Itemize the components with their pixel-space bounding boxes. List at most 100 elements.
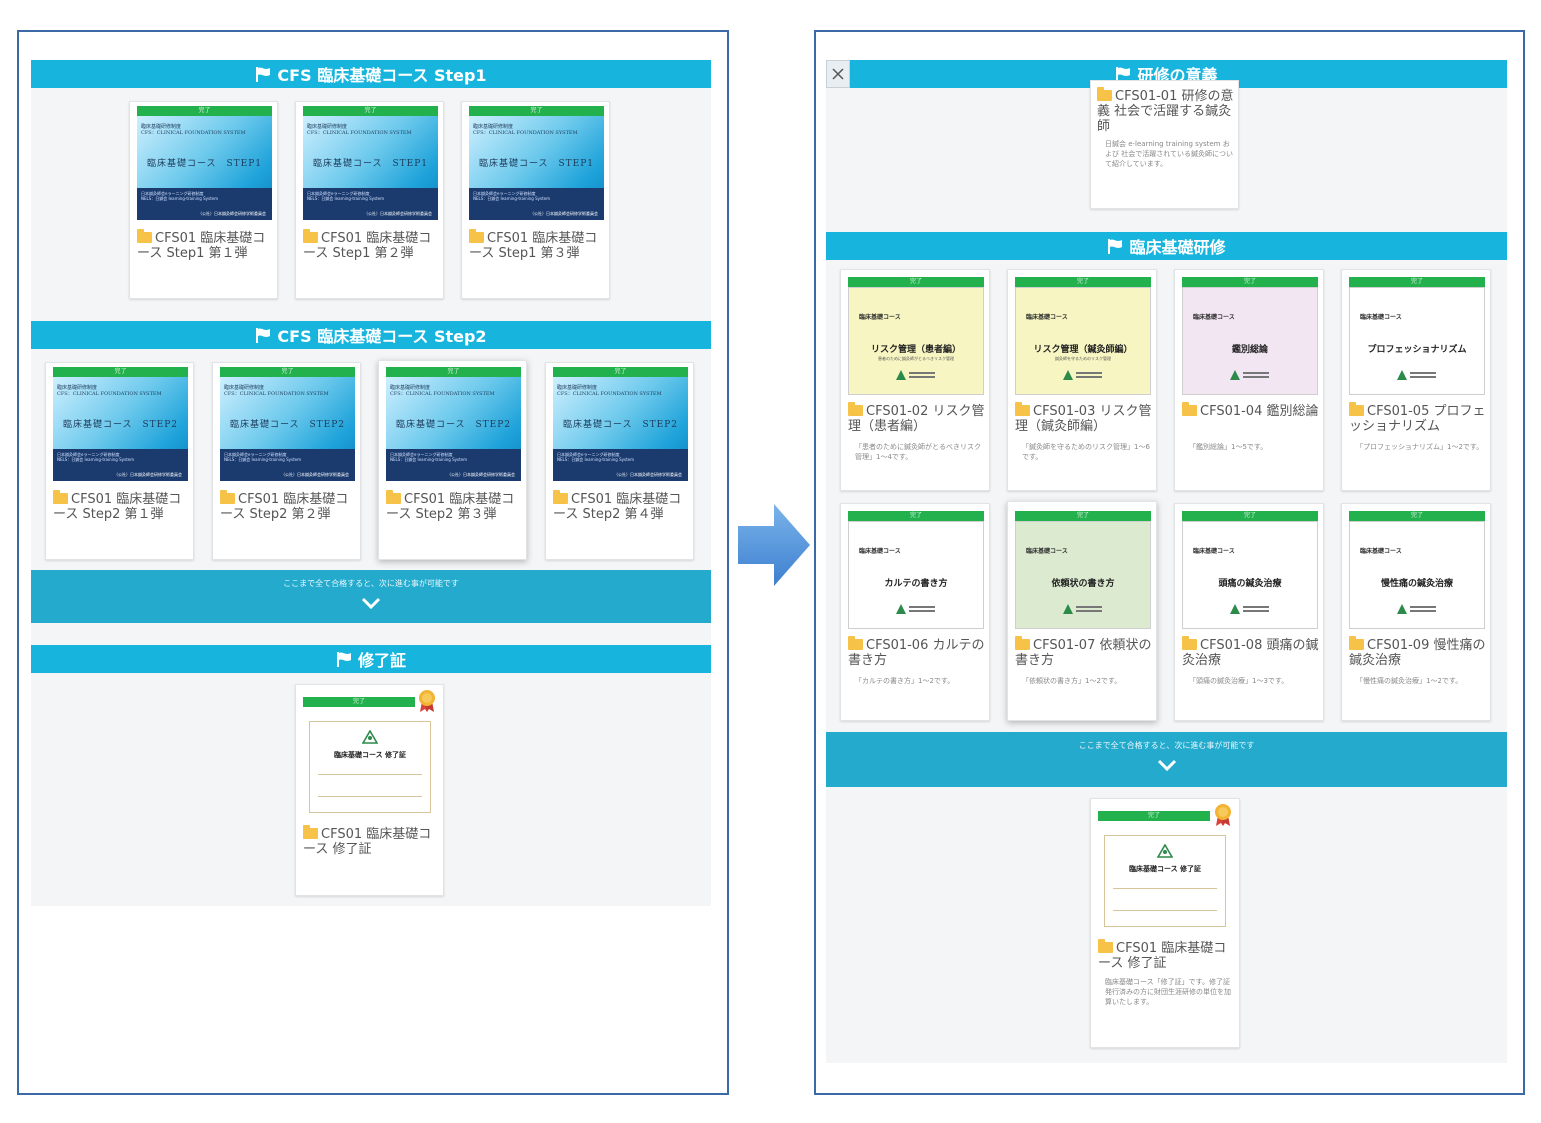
course-thumbnail: 臨床基礎コース 依頼状の書き方	[1015, 521, 1151, 629]
right-screen: 研修の意義 CFS01-01 研修の意義 社会で活躍する鍼灸師 日鍼会 e-le…	[814, 30, 1525, 1095]
card-title[interactable]: CFS01-05 プロフェッショナリズム	[1349, 402, 1489, 434]
course-card-cfs01-01[interactable]: CFS01-01 研修の意義 社会で活躍する鍼灸師 日鍼会 e-learning…	[1090, 80, 1239, 209]
folder-icon	[469, 229, 484, 243]
course-thumbnail: 臨床基礎コース リスク管理（患者編） 患者のために鍼灸師がとるべきリスク管理	[848, 287, 984, 395]
course-card-cfs01-09[interactable]: 完了 臨床基礎コース 慢性痛の鍼灸治療 CFS01-09 慢性痛の鍼灸治療 「慢…	[1341, 503, 1491, 721]
course-card-step1-3[interactable]: 完了 臨床基礎研修制度 CFS：CLINICAL FOUNDATION SYSTE…	[461, 101, 610, 299]
course-card-step2-3[interactable]: 完了 臨床基礎研修制度 CFS：CLINICAL FOUNDATION SYSTE…	[378, 360, 527, 560]
folder-icon	[1015, 402, 1030, 416]
card-title[interactable]: CFS01 臨床基礎コース 修了証	[1098, 939, 1238, 971]
card-title-text: CFS01 臨床基礎コース Step2 第３弾	[386, 492, 515, 522]
chevron-down-icon[interactable]	[1157, 758, 1177, 772]
card-title-text: CFS01-04 鑑別総論	[1200, 404, 1319, 419]
course-card-step1-2[interactable]: 完了 臨床基礎研修制度 CFS：CLINICAL FOUNDATION SYSTE…	[295, 101, 444, 299]
thumb-band-org: （公社）日本鍼灸師会研修学術委員会	[530, 211, 598, 216]
course-card-step2-1[interactable]: 完了 臨床基礎研修制度 CFS：CLINICAL FOUNDATION SYSTE…	[45, 362, 194, 560]
card-title[interactable]: CFS01 臨床基礎コース Step1 第１弾	[137, 229, 275, 261]
thumb-doc-head: 臨床基礎コース	[1360, 314, 1402, 321]
step2-header-text: CFS 臨床基礎コース Step2	[277, 327, 487, 346]
card-description: 「プロフェッショナリズム」1～2です。	[1356, 443, 1484, 451]
course-card-cfs01-04[interactable]: 完了 臨床基礎コース 鑑別総論 CFS01-04 鑑別総論 「鑑別総論」1～5で…	[1174, 269, 1324, 491]
certificate-card[interactable]: 完了 臨床基礎コース 修了証 CFS01 臨床基礎コース 修了証 臨床基礎コース…	[1090, 798, 1240, 1048]
thumb-title: 頭痛の鍼灸治療	[1218, 579, 1282, 589]
folder-icon	[137, 229, 152, 243]
card-title-text: CFS01 臨床基礎コース Step1 第１弾	[137, 231, 266, 261]
folder-icon	[1097, 87, 1112, 101]
card-title[interactable]: CFS01-03 リスク管理（鍼灸師編）	[1015, 402, 1155, 434]
done-badge: 完了	[848, 277, 984, 287]
card-title[interactable]: CFS01-08 頭痛の鍼灸治療	[1182, 636, 1322, 668]
thumb-title: リスク管理（患者編）	[870, 345, 961, 355]
card-title[interactable]: CFS01 臨床基礎コース Step1 第３弾	[469, 229, 607, 261]
card-description: 「依頼状の書き方」1～2です。	[1022, 677, 1122, 685]
card-title[interactable]: CFS01 臨床基礎コース Step2 第２弾	[220, 490, 358, 522]
card-title-text: CFS01 臨床基礎コース Step2 第１弾	[53, 492, 182, 522]
course-card-step1-1[interactable]: 完了 臨床基礎研修制度 CFS：CLINICAL FOUNDATION SYSTE…	[129, 101, 278, 299]
folder-icon	[1098, 939, 1113, 953]
card-title[interactable]: CFS01-07 依頼状の書き方	[1015, 636, 1155, 668]
card-title-text: CFS01-08 頭痛の鍼灸治療	[1182, 638, 1319, 668]
thumb-title: 鑑別総論	[1231, 345, 1268, 355]
done-badge: 完了	[553, 367, 688, 377]
course-card-cfs01-03[interactable]: 完了 臨床基礎コース リスク管理（鍼灸師編） 鍼灸師を守るためのリスク管理 CF…	[1007, 269, 1157, 491]
certificate-thumbnail: 臨床基礎コース 修了証	[309, 721, 431, 813]
course-card-step2-4[interactable]: 完了 臨床基礎研修制度 CFS：CLINICAL FOUNDATION SYSTE…	[545, 362, 694, 560]
thumb-doc-head: 臨床基礎コース	[1193, 314, 1235, 321]
thumb-subtitle: 患者のために鍼灸師がとるべきリスク管理	[878, 356, 954, 361]
course-thumbnail: 臨床基礎研修制度 CFS：CLINICAL FOUNDATION SYSTEM 臨…	[303, 116, 438, 220]
course-thumbnail: 臨床基礎研修制度 CFS：CLINICAL FOUNDATION SYSTEM 臨…	[553, 377, 688, 481]
close-button[interactable]	[826, 60, 850, 88]
folder-icon	[303, 825, 318, 839]
thumb-title: 臨床基礎コース STEP2	[562, 420, 679, 430]
association-logo-icon	[1230, 604, 1270, 614]
card-title-text: CFS01-03 リスク管理（鍼灸師編）	[1015, 404, 1152, 434]
next-step-band[interactable]: ここまで全て合格すると、次に進む事が可能です	[31, 570, 711, 623]
training-header-text: 臨床基礎研修	[1129, 238, 1226, 257]
card-title[interactable]: CFS01-09 慢性痛の鍼灸治療	[1349, 636, 1489, 668]
folder-icon	[303, 229, 318, 243]
course-card-step2-2[interactable]: 完了 臨床基礎研修制度 CFS：CLINICAL FOUNDATION SYSTE…	[212, 362, 361, 560]
certificate-thumbnail: 臨床基礎コース 修了証	[1104, 835, 1226, 927]
certificate-card[interactable]: 完了 臨床基礎コース 修了証 CFS01 臨床基礎コース 修了証	[295, 684, 444, 896]
card-title[interactable]: CFS01-04 鑑別総論	[1182, 402, 1322, 419]
step1-header-text: CFS 臨床基礎コース Step1	[277, 66, 487, 85]
course-thumbnail: 臨床基礎コース リスク管理（鍼灸師編） 鍼灸師を守るためのリスク管理	[1015, 287, 1151, 395]
thumb-title: リスク管理（鍼灸師編）	[1033, 345, 1133, 355]
thumb-doc-head: 臨床基礎コース	[1360, 548, 1402, 555]
next-step-band[interactable]: ここまで全て合格すると、次に進む事が可能です	[826, 732, 1507, 787]
card-title[interactable]: CFS01-01 研修の意義 社会で活躍する鍼灸師	[1097, 87, 1237, 134]
medal-icon	[1215, 804, 1231, 826]
done-badge: 完了	[53, 367, 188, 377]
card-title[interactable]: CFS01 臨床基礎コース Step2 第３弾	[386, 490, 524, 522]
course-card-cfs01-07[interactable]: 完了 臨床基礎コース 依頼状の書き方 CFS01-07 依頼状の書き方 「依頼状…	[1007, 501, 1157, 721]
card-title[interactable]: CFS01-02 リスク管理（患者編）	[848, 402, 988, 434]
folder-icon	[848, 636, 863, 650]
chevron-down-icon[interactable]	[361, 596, 381, 610]
course-thumbnail: 臨床基礎コース 慢性痛の鍼灸治療	[1349, 521, 1485, 629]
card-title[interactable]: CFS01 臨床基礎コース Step1 第２弾	[303, 229, 441, 261]
card-title-text: CFS01 臨床基礎コース 修了証	[1098, 941, 1227, 971]
course-card-cfs01-02[interactable]: 完了 臨床基礎コース リスク管理（患者編） 患者のために鍼灸師がとるべきリスク管…	[840, 269, 990, 491]
thumb-title: 臨床基礎コース STEP1	[312, 159, 429, 169]
done-badge: 完了	[137, 106, 272, 116]
course-thumbnail: 臨床基礎コース プロフェッショナリズム	[1349, 287, 1485, 395]
thumb-title: 臨床基礎コース STEP1	[146, 159, 263, 169]
step1-header: CFS 臨床基礎コース Step1	[31, 60, 711, 88]
card-description: 「頭痛の鍼灸治療」1～3です。	[1189, 677, 1289, 685]
course-card-cfs01-08[interactable]: 完了 臨床基礎コース 頭痛の鍼灸治療 CFS01-08 頭痛の鍼灸治療 「頭痛の…	[1174, 503, 1324, 721]
card-description: 「患者のために鍼灸師がとるべきリスク管理」1～4です。	[855, 443, 981, 461]
card-title[interactable]: CFS01 臨床基礎コース 修了証	[303, 825, 441, 857]
card-title[interactable]: CFS01 臨床基礎コース Step2 第４弾	[553, 490, 691, 522]
association-logo-icon	[1397, 370, 1437, 380]
thumb-band-line: NELS：日鍼会 learning-training System	[141, 196, 219, 201]
left-screen: CFS 臨床基礎コース Step1 完了 臨床基礎研修制度 CFS：CLINICA…	[17, 30, 729, 1095]
card-title[interactable]: CFS01 臨床基礎コース Step2 第１弾	[53, 490, 191, 522]
card-description: 「鑑別総論」1～5です。	[1189, 443, 1268, 451]
course-card-cfs01-05[interactable]: 完了 臨床基礎コース プロフェッショナリズム CFS01-05 プロフェッショナ…	[1341, 269, 1491, 491]
card-description: 日鍼会 e-learning training system および 社会で活躍…	[1105, 140, 1234, 168]
thumb-title: 依頼状の書き方	[1051, 579, 1115, 589]
done-badge: 完了	[220, 367, 355, 377]
next-step-text: ここまで全て合格すると、次に進む事が可能です	[283, 579, 459, 588]
course-card-cfs01-06[interactable]: 完了 臨床基礎コース カルテの書き方 CFS01-06 カルテの書き方 「カルテ…	[840, 503, 990, 721]
card-title[interactable]: CFS01-06 カルテの書き方	[848, 636, 988, 668]
